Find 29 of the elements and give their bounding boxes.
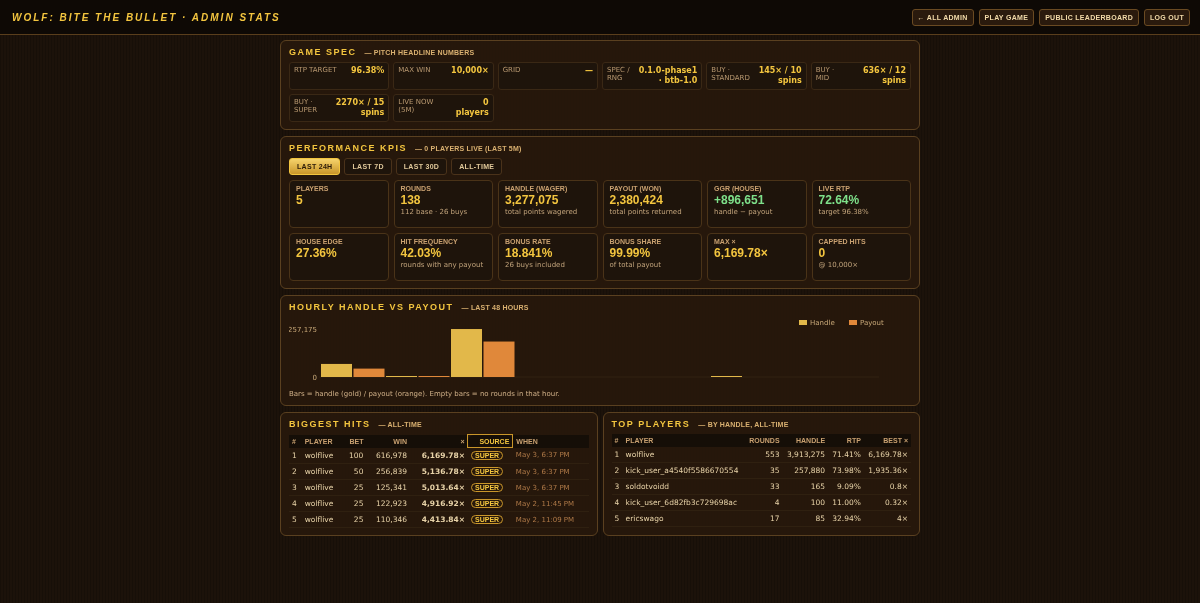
legend-swatch	[799, 320, 807, 325]
section-title: HOURLY HANDLE VS PAYOUT	[289, 302, 454, 312]
kpi-value: 72.64%	[818, 193, 861, 207]
legend-swatch	[849, 320, 857, 325]
section-title: PERFORMANCE KPIS	[289, 143, 407, 153]
kpi-value: 6,169.78×	[714, 246, 769, 260]
spec-value: 145× / 10 spins	[757, 66, 802, 86]
spec-value: 0.1.0-phase1 · btb-1.0	[637, 66, 698, 86]
spec-value: 10,000×	[451, 66, 489, 76]
spec-value: 0 players	[454, 98, 489, 118]
chart-bar	[483, 341, 515, 377]
kpi-value: 3,277,075	[505, 193, 560, 207]
kpi-value: 18.841%	[505, 246, 554, 260]
spec-value: 2270× / 15 spins	[334, 98, 385, 118]
spec-value: —	[585, 66, 593, 76]
kpi-value: 27.36%	[296, 246, 338, 260]
section-title: GAME SPEC	[289, 47, 357, 57]
page-title: WOLF: BITE THE BULLET · ADMIN STATS	[12, 11, 281, 23]
kpi-value: 42.03%	[400, 246, 443, 260]
kpi-value: 5	[296, 193, 304, 207]
kpi-value: 138	[400, 193, 422, 207]
spec-value: 96.38%	[351, 66, 385, 76]
section-title: TOP PLAYERS	[611, 419, 691, 429]
spec-value: 636× / 12 spins	[861, 66, 906, 86]
section-title: BIGGEST HITS	[289, 419, 371, 429]
kpi-value: 99.99%	[609, 246, 652, 260]
kpi-value: +896,651	[714, 193, 766, 207]
kpi-value: 0	[818, 246, 827, 260]
kpi-value: 2,380,424	[609, 193, 664, 207]
